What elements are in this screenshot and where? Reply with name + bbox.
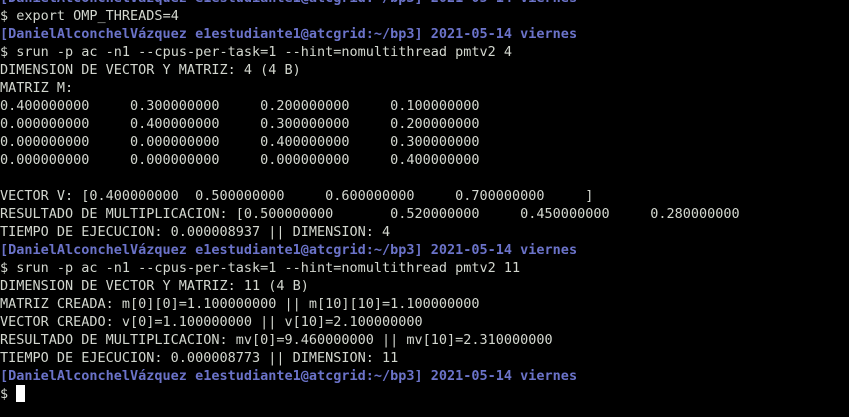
command-symbol: $ (0, 260, 17, 276)
output-line: RESULTADO DE MULTIPLICACION: mv[0]=9.460… (0, 332, 553, 348)
prompt-text: [DanielAlconchelVázquez e1estudiante1@at… (0, 26, 578, 42)
command-symbol: $ (0, 8, 17, 24)
output-line: MATRIZ M: (0, 80, 74, 96)
command-line: $ srun -p ac -n1 --cpus-per-task=1 --hin… (0, 43, 849, 61)
command-text: srun -p ac -n1 --cpus-per-task=1 --hint=… (16, 260, 521, 276)
matrix-row: 0.000000000 0.000000000 0.000000000 0.40… (0, 152, 480, 168)
matrix-row: 0.000000000 0.000000000 0.400000000 0.30… (0, 134, 480, 150)
prompt-text: [DanielAlconchelVázquez e1estudiante1@at… (0, 242, 578, 258)
output-line: TIEMPO DE EJECUCION: 0.000008937 || DIME… (0, 224, 391, 240)
command-line: $ export OMP_THREADS=4 (0, 7, 849, 25)
output-line: VECTOR V: [0.400000000 0.500000000 0.600… (0, 188, 594, 204)
output-line: RESULTADO DE MULTIPLICACION: [0.50000000… (0, 206, 740, 222)
terminal-cursor[interactable] (16, 385, 26, 402)
output-line: VECTOR CREADO: v[0]=1.100000000 || v[10]… (0, 314, 423, 330)
output-line: TIEMPO DE EJECUCION: 0.000008773 || DIME… (0, 350, 399, 366)
prompt-text: [DanielAlconchelVázquez e1estudiante1@at… (0, 368, 578, 384)
command-text: srun -p ac -n1 --cpus-per-task=1 --hint=… (16, 44, 513, 60)
matrix-row: 0.400000000 0.300000000 0.200000000 0.10… (0, 98, 480, 114)
command-symbol: $ (0, 44, 17, 60)
terminal-output[interactable]: [DanielAlconchelVázquez e1estudiante1@at… (0, 0, 849, 403)
prompt-line: [DanielAlconchelVázquez e1estudiante1@at… (0, 0, 849, 7)
output-line: DIMENSION DE VECTOR Y MATRIZ: 4 (4 B) (0, 62, 301, 78)
command-symbol: $ (0, 386, 17, 402)
matrix-row: 0.000000000 0.400000000 0.300000000 0.20… (0, 116, 480, 132)
prompt-line: [DanielAlconchelVázquez e1estudiante1@at… (0, 367, 849, 385)
output-line: DIMENSION DE VECTOR Y MATRIZ: 11 (4 B) (0, 278, 309, 294)
prompt-line: [DanielAlconchelVázquez e1estudiante1@at… (0, 241, 849, 259)
prompt-line: [DanielAlconchelVázquez e1estudiante1@at… (0, 25, 849, 43)
prompt-text: [DanielAlconchelVázquez e1estudiante1@at… (0, 0, 577, 6)
command-text: export OMP_THREADS=4 (16, 8, 179, 24)
output-line: MATRIZ CREADA: m[0][0]=1.100000000 || m[… (0, 296, 480, 312)
command-line[interactable]: $ (0, 385, 849, 403)
command-line: $ srun -p ac -n1 --cpus-per-task=1 --hin… (0, 259, 849, 277)
